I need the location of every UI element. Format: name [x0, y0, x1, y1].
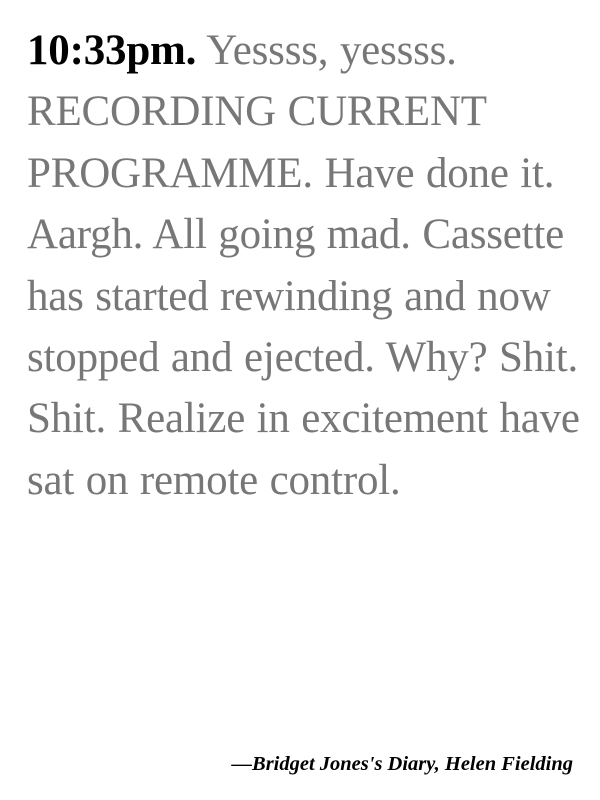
quote-attribution: —Bridget Jones's Diary, Helen Fielding: [231, 753, 573, 775]
quote-time: 10:33pm.: [27, 27, 197, 74]
quote-text: Yessss, yessss. RECORDING CURRENT PROGRA…: [27, 27, 580, 504]
quote-page: 10:33pm. Yessss, yessss. RECORDING CURRE…: [0, 0, 600, 800]
quote-block: 10:33pm. Yessss, yessss. RECORDING CURRE…: [27, 20, 587, 511]
